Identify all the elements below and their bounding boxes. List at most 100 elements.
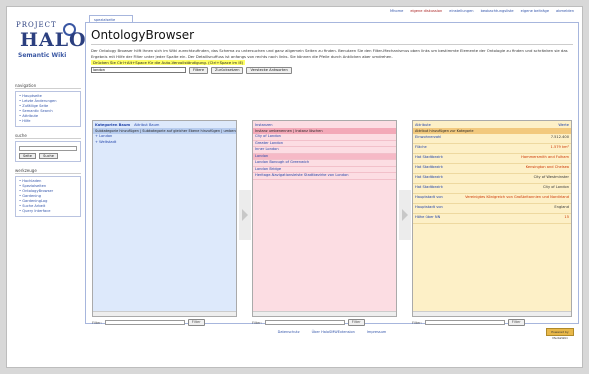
browser-window: Mhome eigene diskussion einstellungen beoba… <box>6 6 583 368</box>
property-value[interactable]: England <box>554 205 569 209</box>
toplink-1[interactable]: eigene diskussion <box>410 9 442 13</box>
tab-property-tree[interactable]: Attribut Baum <box>134 123 159 127</box>
property-name[interactable]: Hat Stadtbezirk <box>415 185 443 189</box>
global-filter-input[interactable] <box>91 67 186 73</box>
search-title: suche <box>15 133 81 139</box>
flow-arrow-2[interactable] <box>399 190 411 240</box>
property-name[interactable]: Einwohnerzahl <box>415 135 441 139</box>
property-filter-row: Filter: Filter <box>412 319 525 326</box>
category-item-label[interactable]: London <box>99 134 112 138</box>
property-list: Einwohnerzahl 7.512.400 Fläche 1.579 km² Hat… <box>413 134 571 224</box>
navigation-list: HauptseiteLetzte ÄnderungenZufällige Sei… <box>15 91 81 127</box>
property-row[interactable]: Hat Stadtbezirk City of Westminster <box>413 174 571 184</box>
property-row[interactable]: Hat Stadtbezirk Kensington and Chelsea <box>413 164 571 174</box>
navigation-portlet: navigation HauptseiteLetzte ÄnderungenZu… <box>15 83 81 127</box>
property-filter-input[interactable] <box>424 320 505 325</box>
property-value[interactable]: Kensington and Chelsea <box>526 165 569 169</box>
instance-filter-button[interactable]: Filter <box>347 319 365 326</box>
property-filter-button[interactable]: Filter <box>507 319 525 326</box>
property-row[interactable]: Hauptstadt von Vereinigtes Königreich von… <box>413 194 571 204</box>
instance-panel-title: Instanzen <box>253 121 396 128</box>
category-panel: Kategorien Baum Attribut Baum Subkategor… <box>92 120 237 317</box>
property-row[interactable]: Höhe über NN 15 <box>413 214 571 224</box>
search-input[interactable] <box>19 146 77 151</box>
property-name[interactable]: Höhe über NN <box>415 215 440 219</box>
autocomplete-hint: Drücken Sie Ctrl+Alt+Space für die Auto-… <box>91 60 246 65</box>
property-value[interactable]: City of London <box>543 185 569 189</box>
property-value[interactable]: 1.579 km² <box>551 145 569 149</box>
global-filter-row: Filtere Zurücksetzen Verstecke Antworten <box>91 66 573 74</box>
instance-filter-input[interactable] <box>264 320 345 325</box>
category-filter-label: Filter: <box>92 320 102 325</box>
property-scrollbar[interactable] <box>413 311 571 316</box>
property-row[interactable]: Hauptstadt von England <box>413 204 571 214</box>
instance-item[interactable]: Heritage-Navigationsleiste Stadtbezirke … <box>253 173 396 180</box>
tools-title: werkzeuge <box>15 168 81 174</box>
sidebar-nav-item[interactable]: Hilfe <box>19 119 77 124</box>
footer-link[interactable]: Datenschutz <box>278 330 300 334</box>
property-row[interactable]: Hat Stadtbezirk Hammersmith and Fulham <box>413 154 571 164</box>
footer-links: Datenschutz Über HaloSMWExtension Impressu… <box>85 327 579 337</box>
property-name[interactable]: Hat Stadtbezirk <box>415 175 443 179</box>
category-filter-button[interactable]: Filter <box>187 319 205 326</box>
toplink-0[interactable]: Mhome <box>390 9 403 13</box>
search-portlet: suche Seite Suche <box>15 133 81 162</box>
property-value[interactable]: Vereinigtes Königreich von Großbritannie… <box>465 195 569 199</box>
property-value[interactable]: 15 <box>564 215 569 219</box>
property-name[interactable]: Hat Stadtbezirk <box>415 155 443 159</box>
property-name[interactable]: Hauptstadt von <box>415 195 443 199</box>
instance-filter-row: Filter: Filter <box>252 319 365 326</box>
hide-answers-button[interactable]: Verstecke Antworten <box>246 66 292 74</box>
instance-filter-label: Filter: <box>252 320 262 325</box>
property-name[interactable]: Hat Stadtbezirk <box>415 165 443 169</box>
footer-link[interactable]: Impressum <box>367 330 386 334</box>
instance-list: City of London Greater London Inner London… <box>253 134 396 180</box>
add-property-link[interactable]: Attribut hinzufügen zur Kategorie <box>415 129 473 133</box>
property-value[interactable]: 7.512.400 <box>551 135 569 139</box>
toplink-5[interactable]: abmelden <box>556 9 574 13</box>
property-panel-title: Attribute Werte <box>413 121 571 128</box>
intro-text: Der Ontology Browser hilft Ihnen sich im… <box>91 48 568 59</box>
instance-panel: Instanzen Instanz umbenennen | Instanz l… <box>252 120 397 317</box>
property-title: Attribute <box>415 122 431 127</box>
toplink-3[interactable]: beobachtungsliste <box>481 9 514 13</box>
category-item[interactable]: + Weltstadt <box>93 140 236 146</box>
browser-panels: Kategorien Baum Attribut Baum Subkategor… <box>92 120 574 326</box>
property-panel: Attribute Werte Attribut hinzufügen zur … <box>412 120 572 317</box>
property-row[interactable]: Fläche 1.579 km² <box>413 144 571 154</box>
category-list: + London + Weltstadt <box>93 134 236 145</box>
category-item-label[interactable]: Weltstadt <box>99 140 116 144</box>
property-row[interactable]: Hat Stadtbezirk City of London <box>413 184 571 194</box>
mediawiki-badge[interactable]: Powered by MediaWiki <box>546 328 574 340</box>
personal-toolbar: Mhome eigene diskussion einstellungen beoba… <box>7 7 582 15</box>
category-filter-input[interactable] <box>104 320 185 325</box>
tab-category-tree[interactable]: Kategorien Baum <box>95 123 130 127</box>
property-value[interactable]: City of Westminster <box>534 175 569 179</box>
category-panel-tabs: Kategorien Baum Attribut Baum <box>93 121 236 128</box>
go-button[interactable]: Seite <box>19 153 36 159</box>
filter-button[interactable]: Filtere <box>189 66 209 74</box>
search-box: Seite Suche <box>15 141 81 162</box>
instance-scrollbar[interactable] <box>253 311 396 316</box>
flow-arrow-1[interactable] <box>239 190 251 240</box>
halo-logo[interactable]: PROJECT HALO Semantic Wiki <box>16 19 86 67</box>
sidebar-tool-item[interactable]: Query Interface <box>19 209 77 214</box>
logo-halo-text: HALO <box>20 29 87 51</box>
footer-link[interactable]: Über HaloSMWExtension <box>312 330 355 334</box>
property-name[interactable]: Hauptstadt von <box>415 205 443 209</box>
property-filter-label: Filter: <box>412 320 422 325</box>
logo-project-text: PROJECT <box>16 21 57 29</box>
logo-subtitle: Semantic Wiki <box>18 52 67 59</box>
values-title: Werte <box>558 122 569 127</box>
reset-button[interactable]: Zurücksetzen <box>211 66 244 74</box>
toplink-4[interactable]: eigene beiträge <box>521 9 549 13</box>
sidebar: navigation HauptseiteLetzte ÄnderungenZu… <box>15 83 81 223</box>
page-title: OntologyBrowser <box>91 28 573 45</box>
property-name[interactable]: Fläche <box>415 145 427 149</box>
property-value[interactable]: Hammersmith and Fulham <box>521 155 569 159</box>
search-button[interactable]: Suche <box>39 153 58 159</box>
toplink-2[interactable]: einstellungen <box>449 9 473 13</box>
category-scrollbar[interactable] <box>93 311 236 316</box>
tools-portlet: werkzeuge HochladenSpezialseitenOntology… <box>15 168 81 217</box>
property-row[interactable]: Einwohnerzahl 7.512.400 <box>413 134 571 144</box>
